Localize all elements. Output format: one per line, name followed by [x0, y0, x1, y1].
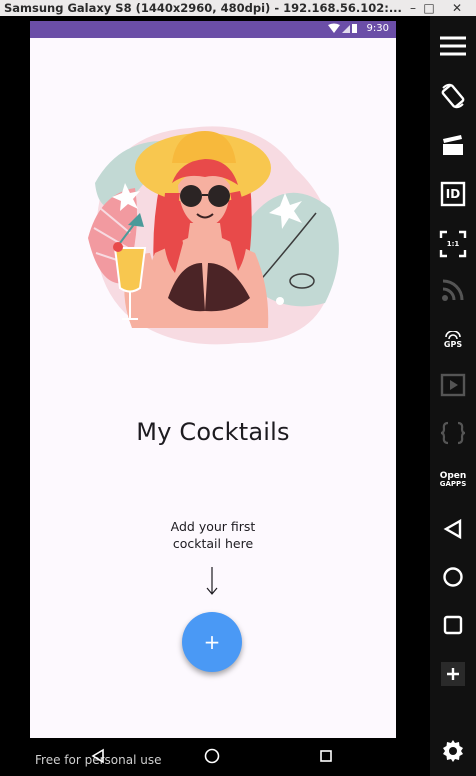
menu-icon[interactable] [435, 28, 471, 64]
gps-icon[interactable]: GPS [435, 322, 471, 358]
status-time: 9:30 [366, 23, 389, 34]
status-icons [328, 23, 358, 37]
signal-icon [342, 25, 350, 33]
code-braces-icon[interactable] [435, 415, 471, 451]
window-title: Samsung Galaxy S8 (1440x2960, 480dpi) - … [4, 1, 402, 15]
cast-icon[interactable] [435, 272, 471, 308]
screen-record-icon[interactable] [435, 127, 471, 163]
open-gapps-icon[interactable]: Open GAPPS [435, 462, 471, 498]
device-id-icon[interactable]: ID [435, 176, 471, 212]
settings-gear-icon[interactable] [435, 733, 471, 769]
add-icon[interactable] [435, 656, 471, 692]
back-nav-icon[interactable] [89, 747, 107, 765]
open-gapps-line2: GAPPS [439, 480, 467, 488]
open-gapps-line1: Open [439, 471, 467, 481]
id-label: ID [445, 187, 461, 201]
emulator-toolbar: ID 1:1 GPS Open GAPPS [430, 16, 476, 776]
recents-icon[interactable] [435, 607, 471, 643]
back-icon[interactable] [435, 511, 471, 547]
pixel-perfect-icon[interactable]: 1:1 [435, 226, 471, 262]
status-bar: 9:30 [30, 21, 396, 38]
add-cocktail-button[interactable]: + [182, 612, 242, 672]
hint-line-2: cocktail here [172, 536, 254, 551]
window-titlebar: Samsung Galaxy S8 (1440x2960, 480dpi) - … [0, 0, 476, 16]
wifi-icon [328, 23, 340, 33]
maximize-button[interactable]: □ [420, 0, 438, 16]
hint-line-1: Add your first [170, 519, 256, 534]
recents-nav-icon[interactable] [317, 747, 335, 765]
gps-label: GPS [443, 340, 463, 349]
page-title: My Cocktails [136, 418, 290, 446]
close-button[interactable]: ✕ [448, 0, 466, 16]
video-icon[interactable] [435, 367, 471, 403]
rotate-icon[interactable] [435, 78, 471, 114]
arrow-down-icon [206, 567, 218, 595]
empty-state-hint: Add your first cocktail here [123, 518, 303, 552]
device-screen: 9:30 My Cocktails Add your first cocktai… [30, 21, 396, 738]
home-nav-icon[interactable] [203, 747, 221, 765]
cocktail-girl-illustration [88, 126, 339, 345]
home-icon[interactable] [435, 559, 471, 595]
battery-icon [352, 24, 357, 33]
